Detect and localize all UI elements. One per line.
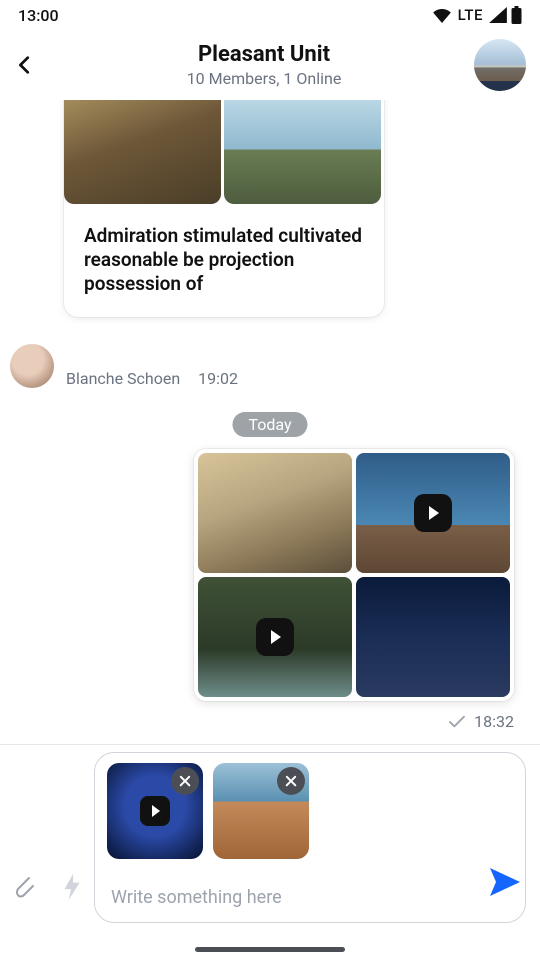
- bolt-icon: [63, 874, 81, 900]
- remove-attachment-button[interactable]: [171, 767, 199, 795]
- header-titles[interactable]: Pleasant Unit 10 Members, 1 Online: [54, 42, 474, 88]
- network-label: LTE: [458, 6, 483, 24]
- status-bar: 13:00 LTE: [0, 0, 540, 30]
- play-icon: [256, 618, 294, 656]
- chat-title: Pleasant Unit: [54, 42, 474, 67]
- media-tile-video[interactable]: [198, 577, 352, 697]
- pending-attachment-image[interactable]: [213, 763, 309, 859]
- message-card[interactable]: Admiration stimulated cultivated reasona…: [64, 100, 384, 317]
- composer[interactable]: Write something here: [94, 752, 526, 923]
- status-time: 13:00: [18, 6, 59, 25]
- paperclip-icon: [13, 874, 37, 900]
- media-tile[interactable]: [198, 453, 352, 573]
- battery-icon: [511, 6, 522, 24]
- sent-check-icon: [448, 715, 466, 729]
- composer-divider: [0, 744, 540, 745]
- outgoing-message-meta: 18:32: [448, 712, 514, 731]
- message-image[interactable]: [224, 100, 381, 204]
- home-indicator: [195, 947, 345, 952]
- chat-canvas[interactable]: Admiration stimulated cultivated reasona…: [0, 100, 540, 750]
- status-tray: LTE: [432, 6, 522, 24]
- attachment-tray: [107, 763, 513, 859]
- send-icon: [490, 868, 520, 896]
- message-input[interactable]: Write something here: [107, 883, 513, 912]
- message-meta: Blanche Schoen 19:02: [10, 344, 238, 388]
- play-icon: [140, 796, 170, 826]
- quick-action-button[interactable]: [63, 874, 81, 904]
- chevron-left-icon: [14, 54, 36, 76]
- media-tile-video[interactable]: [356, 453, 510, 573]
- remove-attachment-button[interactable]: [277, 767, 305, 795]
- send-button[interactable]: [490, 868, 520, 900]
- group-avatar[interactable]: [474, 39, 526, 91]
- message-time: 18:32: [474, 712, 514, 731]
- sender-avatar[interactable]: [10, 344, 54, 388]
- message-time: 19:02: [198, 369, 238, 388]
- media-tile[interactable]: [356, 577, 510, 697]
- wifi-icon: [432, 7, 452, 23]
- message-image[interactable]: [64, 100, 221, 204]
- chat-subtitle: 10 Members, 1 Online: [54, 69, 474, 88]
- message-caption: Admiration stimulated cultivated reasona…: [64, 204, 384, 317]
- play-icon: [414, 494, 452, 532]
- signal-icon: [489, 7, 507, 23]
- attach-button[interactable]: [13, 874, 37, 904]
- sender-name: Blanche Schoen: [66, 369, 180, 388]
- back-button[interactable]: [14, 54, 54, 76]
- chat-header: Pleasant Unit 10 Members, 1 Online: [0, 30, 540, 100]
- composer-area: Write something here: [0, 746, 540, 960]
- message-media-grid[interactable]: [194, 449, 514, 701]
- day-divider: Today: [232, 412, 307, 437]
- pending-attachment-video[interactable]: [107, 763, 203, 859]
